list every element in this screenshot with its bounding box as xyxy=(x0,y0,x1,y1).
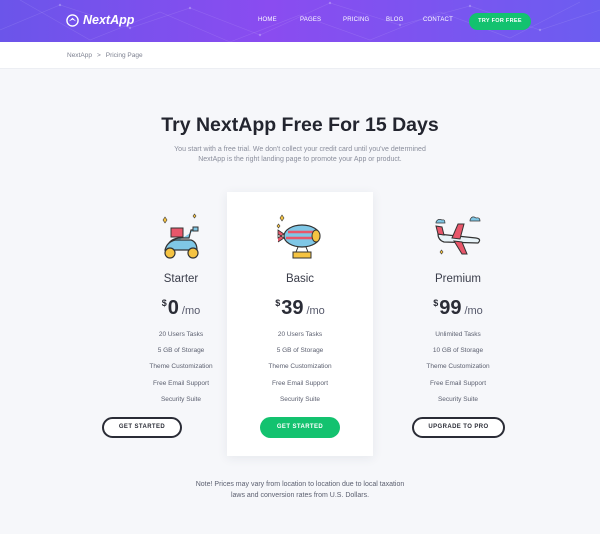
nav-pricing[interactable]: PRICING xyxy=(343,17,369,23)
price-currency: $ xyxy=(275,298,281,308)
plan-price: $ 39 /mo xyxy=(227,297,373,320)
feature-item: Theme Customization xyxy=(426,363,490,371)
price-period: /mo xyxy=(181,305,201,317)
plan-basic: Basic $ 39 /mo 20 Users Tasks 5 GB of St… xyxy=(227,212,373,438)
upgrade-to-pro-button[interactable]: UPGRADE TO PRO xyxy=(412,417,505,438)
page-title: Try NextApp Free For 15 Days xyxy=(161,114,439,136)
price-period: /mo xyxy=(464,305,483,317)
nav-blog[interactable]: BLOG xyxy=(386,17,403,23)
nav-home[interactable]: HOME xyxy=(258,17,277,23)
price-amount: 99 xyxy=(439,297,462,319)
scooter-icon xyxy=(162,213,199,259)
price-currency: $ xyxy=(433,298,439,308)
logo-text: NextApp xyxy=(83,13,135,27)
breadcrumb-current: Pricing Page xyxy=(105,52,143,59)
starter-get-started-button[interactable]: GET STARTED xyxy=(102,417,182,438)
price-period: /mo xyxy=(306,305,325,317)
price-currency: $ xyxy=(161,298,167,308)
breadcrumb-bar: NextApp > Pricing Page xyxy=(0,42,600,69)
feature-list: 20 Users Tasks 5 GB of Storage Theme Cus… xyxy=(227,330,373,411)
plan-name: Premium xyxy=(434,273,481,285)
breadcrumb: NextApp > Pricing Page xyxy=(67,52,143,59)
feature-item: 5 GB of Storage xyxy=(276,347,324,355)
airship-icon xyxy=(276,214,321,259)
plan-name: Basic xyxy=(285,273,315,285)
price-amount: 0 xyxy=(167,297,179,319)
plan-premium: Premium $ 99 /mo Unlimited Tasks 10 GB o… xyxy=(385,212,531,438)
plan-price: $ 99 /mo xyxy=(385,297,531,320)
feature-item: Free Email Support xyxy=(272,379,328,387)
basic-get-started-button[interactable]: GET STARTED xyxy=(260,417,340,438)
feature-item: 20 Users Tasks xyxy=(277,331,323,338)
site-header: NextApp HOME PAGES PRICING BLOG CONTACT … xyxy=(0,0,600,42)
feature-item: Free Email Support xyxy=(430,379,486,387)
feature-list: Unlimited Tasks 10 GB of Storage Theme C… xyxy=(385,330,531,411)
try-for-free-button[interactable]: TRY FOR FREE xyxy=(469,13,531,30)
feature-item: Theme Customization xyxy=(268,363,332,371)
feature-item: Unlimited Tasks xyxy=(435,331,481,338)
breadcrumb-home[interactable]: NextApp xyxy=(67,52,92,59)
pricing-note: Note! Prices may vary from location to l… xyxy=(195,481,405,499)
nextapp-logo-icon xyxy=(66,13,79,27)
airplane-icon xyxy=(435,216,481,255)
breadcrumb-separator: > xyxy=(96,52,101,59)
nav-pages[interactable]: PAGES xyxy=(300,17,321,23)
logo[interactable]: NextApp xyxy=(66,13,134,27)
price-amount: 39 xyxy=(281,297,304,319)
feature-item: Security Suite xyxy=(437,395,479,403)
feature-item: 10 GB of Storage xyxy=(432,347,484,355)
feature-item: Security Suite xyxy=(279,395,321,403)
page-subtitle: You start with a free trial. We don't co… xyxy=(174,146,426,163)
nav-contact[interactable]: CONTACT xyxy=(423,17,453,23)
